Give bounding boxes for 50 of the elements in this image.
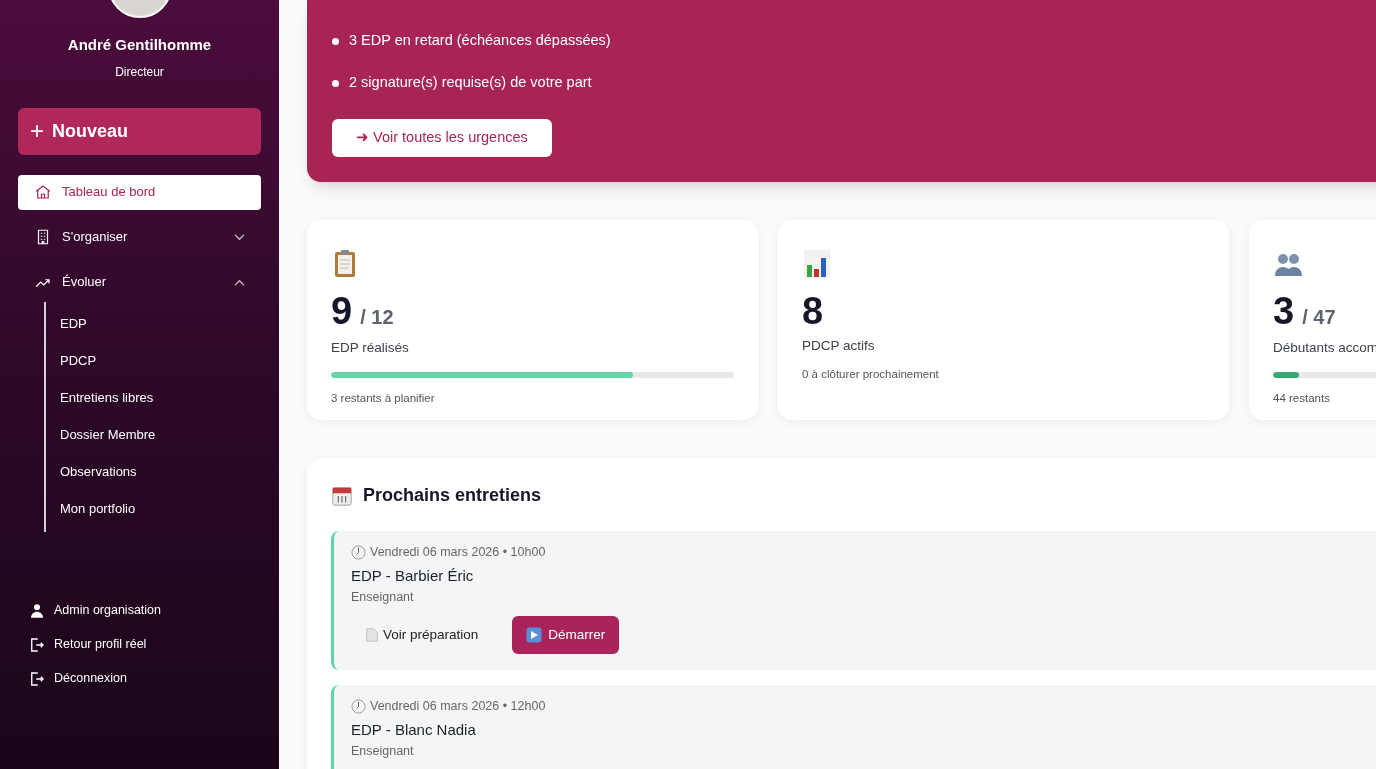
- bullet-icon: [332, 37, 339, 45]
- stat-note: 0 à clôturer prochainement: [802, 367, 940, 383]
- nav-item[interactable]: Évoluer: [18, 264, 261, 300]
- stat-total: / 47: [1302, 305, 1336, 330]
- nav-item[interactable]: Tableau de bord: [18, 174, 261, 210]
- submenu-item[interactable]: EDP: [46, 305, 261, 343]
- submenu-item[interactable]: Mon portfolio: [46, 490, 261, 528]
- stat-value: 3: [1273, 292, 1295, 330]
- sidebar-link[interactable]: Admin organisation: [18, 599, 261, 622]
- preparation-link[interactable]: Voir préparation: [351, 616, 493, 654]
- submenu-item[interactable]: Dossier Membre: [46, 416, 261, 454]
- start-button[interactable]: Démarrer: [512, 616, 620, 654]
- appointment-role: Enseignant: [351, 590, 415, 606]
- section-title: Prochains entretiens: [363, 484, 542, 507]
- submenu-item[interactable]: Entretiens libres: [46, 379, 261, 417]
- exit-icon: [28, 635, 46, 654]
- stat-total: / 12: [360, 305, 394, 330]
- appointment-title: EDP - Blanc Nadia: [351, 720, 477, 740]
- stat-label: EDP réalisés: [331, 339, 410, 357]
- urgences-button[interactable]: ➜ Voir toutes les urgences: [332, 119, 552, 157]
- calendar-icon: [331, 484, 353, 507]
- appointment-title: EDP - Barbier Éric: [351, 566, 475, 586]
- stat-value: 8: [802, 292, 824, 330]
- stat-label: PDCP actifs: [802, 337, 876, 355]
- user-role: Directeur: [114, 63, 165, 81]
- person-icon: [28, 601, 46, 620]
- nav-item[interactable]: S'organiser: [18, 219, 261, 255]
- chevron-down-icon: [234, 233, 245, 241]
- appointment-time: Vendredi 06 mars 2026 • 10h00: [370, 545, 546, 561]
- submenu-item[interactable]: Observations: [46, 453, 261, 491]
- stat-note: 3 restants à planifier: [331, 391, 436, 407]
- appointment-time: Vendredi 06 mars 2026 • 12h00: [370, 699, 546, 715]
- user-name: André Gentilhomme: [66, 35, 213, 55]
- submenu-item[interactable]: PDCP: [46, 342, 261, 380]
- sidebar-link[interactable]: Déconnexion: [18, 667, 261, 690]
- alert-item: 3 EDP en retard (échéances dépassées): [349, 31, 611, 51]
- alert-item: 2 signature(s) requise(s) de votre part: [349, 73, 592, 93]
- appointment-role: Enseignant: [351, 744, 415, 760]
- chevron-up-icon: [234, 278, 245, 286]
- new-button[interactable]: + Nouveau: [18, 107, 261, 155]
- play-icon: [526, 627, 543, 643]
- sidebar-link[interactable]: Retour profil réel: [18, 633, 261, 656]
- stat-note: 44 restants: [1273, 391, 1331, 407]
- home-icon: [34, 183, 52, 201]
- clock-icon: [351, 699, 366, 715]
- bullet-icon: [332, 79, 339, 87]
- stat-value: 9: [331, 292, 353, 330]
- document-icon: [365, 627, 379, 643]
- clock-icon: [351, 545, 366, 561]
- exit-icon: [28, 669, 46, 688]
